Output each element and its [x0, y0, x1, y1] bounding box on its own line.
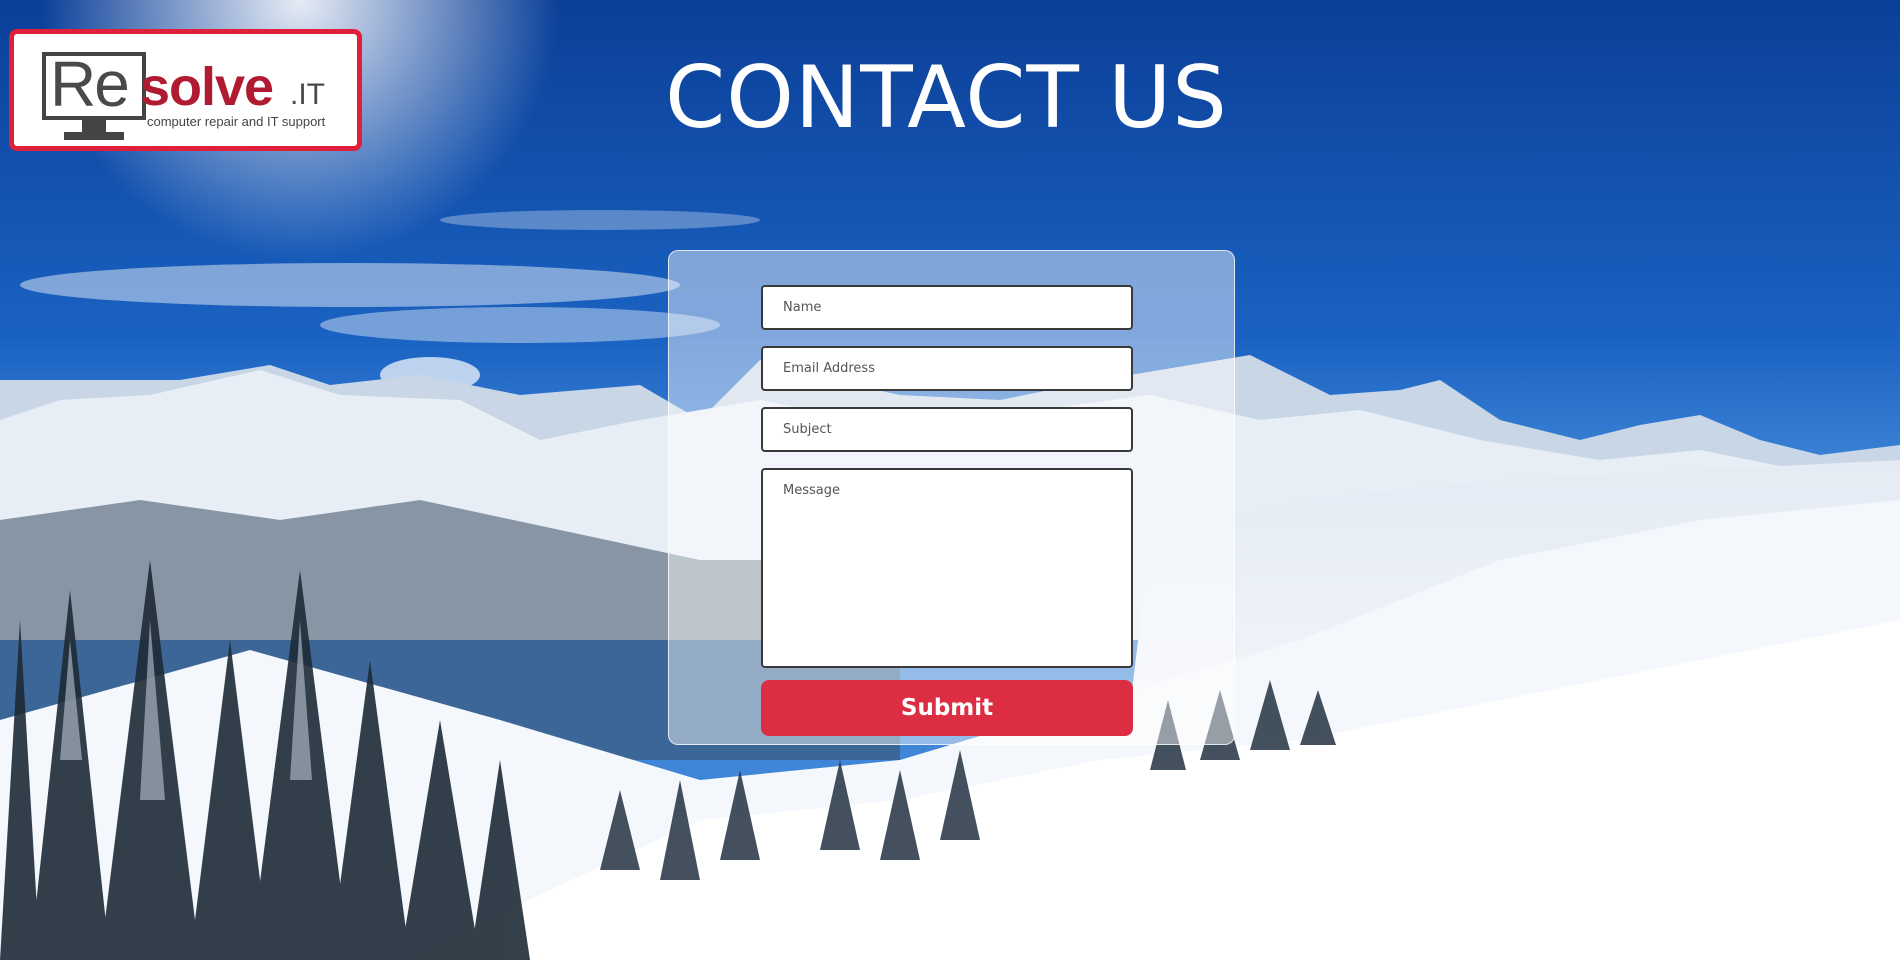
submit-button[interactable]: Submit — [761, 680, 1133, 736]
subject-input[interactable] — [761, 407, 1133, 452]
email-input[interactable] — [761, 346, 1133, 391]
contact-page: Re solve .IT computer repair and IT supp… — [0, 0, 1900, 960]
name-input[interactable] — [761, 285, 1133, 330]
message-textarea[interactable] — [761, 468, 1133, 668]
page-title: CONTACT US — [665, 48, 1228, 148]
